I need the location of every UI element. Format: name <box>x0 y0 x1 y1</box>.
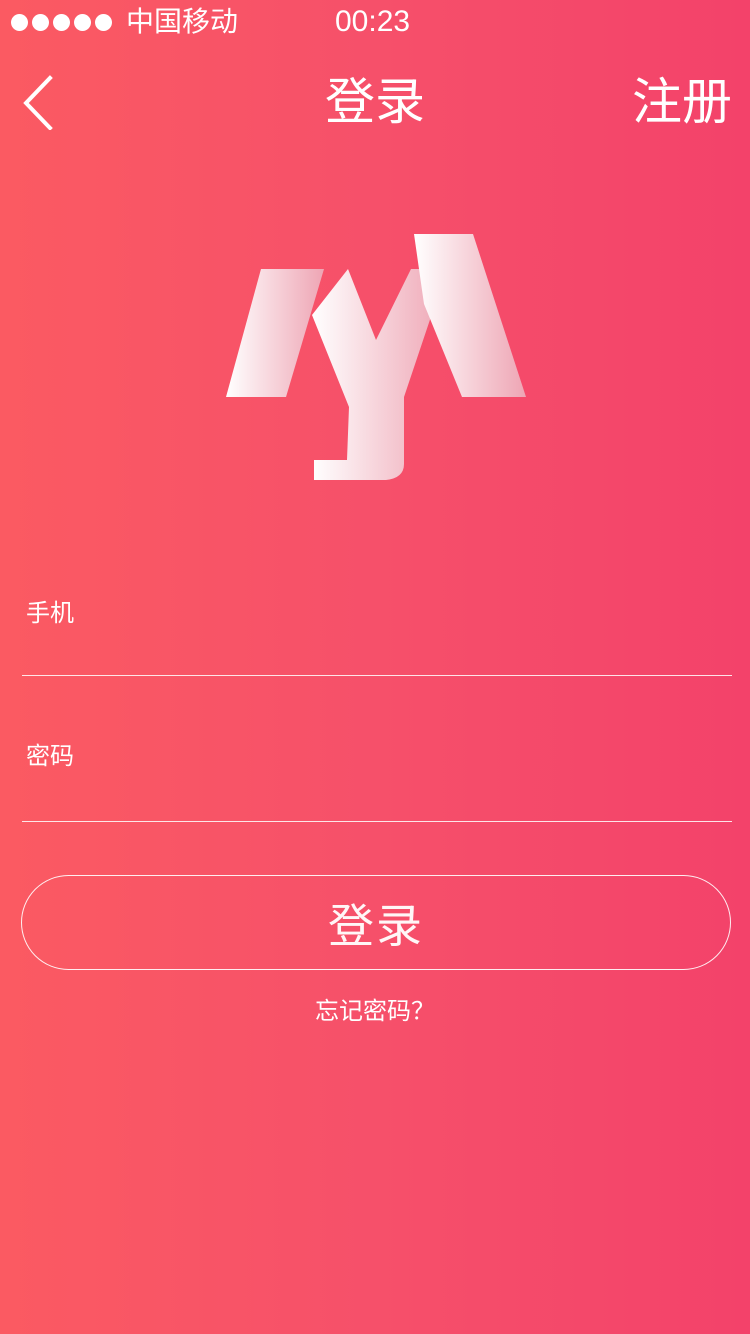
phone-divider <box>22 675 732 676</box>
brand-logo <box>226 232 526 482</box>
login-button[interactable]: 登录 <box>21 875 731 970</box>
signal-dot <box>32 14 49 31</box>
password-divider <box>22 821 732 822</box>
signal-dot <box>53 14 70 31</box>
navigation-bar: 登录 注册 <box>0 60 750 148</box>
phone-field: 手机 <box>22 584 732 676</box>
phone-input[interactable] <box>118 592 718 636</box>
password-label: 密码 <box>26 742 74 770</box>
signal-dot <box>11 14 28 31</box>
phone-label: 手机 <box>26 599 74 627</box>
signal-dot <box>95 14 112 31</box>
status-bar: 中国移动 00:23 <box>0 0 750 44</box>
register-button[interactable]: 注册 <box>632 72 732 132</box>
status-time: 00:23 <box>335 5 411 38</box>
signal-dot <box>74 14 91 31</box>
signal-strength-icon <box>11 14 112 31</box>
carrier-name: 中国移动 <box>126 5 239 38</box>
password-field: 密码 <box>22 727 732 822</box>
password-input[interactable] <box>118 735 718 779</box>
forgot-password-link[interactable]: 忘记密码？ <box>0 994 750 1028</box>
